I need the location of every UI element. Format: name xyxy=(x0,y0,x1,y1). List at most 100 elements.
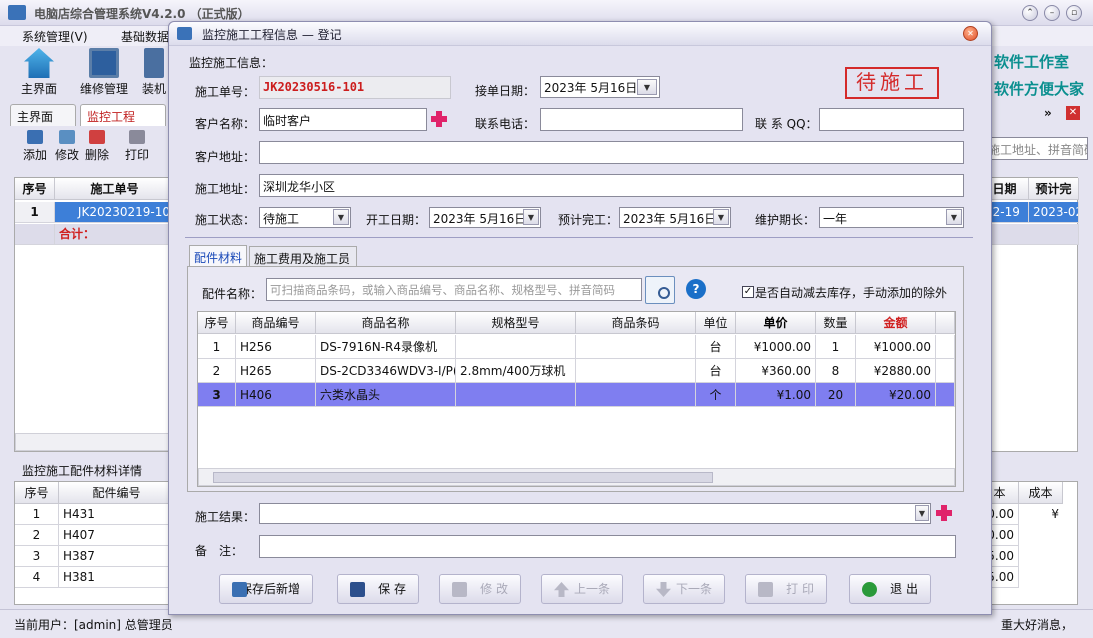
table-cell[interactable]: ¥360.00 xyxy=(736,359,816,383)
col-header[interactable]: 序号 xyxy=(198,312,236,334)
table-cell[interactable]: 台 xyxy=(696,359,736,383)
col-header[interactable]: 金额 xyxy=(856,312,936,334)
state-select[interactable]: 待施工 ▼ xyxy=(259,207,351,228)
double-chevron-icon[interactable]: » xyxy=(1044,106,1052,120)
repair-button[interactable]: 维修管理 xyxy=(76,48,132,97)
tab-monitor[interactable]: 监控工程 xyxy=(80,104,166,126)
chevron-down-icon[interactable]: ▼ xyxy=(523,209,539,225)
table-cell[interactable] xyxy=(576,359,696,383)
exit-button[interactable]: 退 出 xyxy=(849,574,931,604)
table-cell[interactable] xyxy=(456,383,576,407)
table-row-code[interactable]: H407 xyxy=(59,525,175,546)
customer-name-input[interactable]: 临时客户 xyxy=(259,108,427,131)
end-date-picker[interactable]: 2023年 5月16日 ▼ xyxy=(619,207,731,228)
table-cell[interactable]: 1 xyxy=(198,335,236,359)
chevron-down-icon[interactable]: ▼ xyxy=(637,79,657,95)
save-button[interactable]: 保 存 xyxy=(337,574,419,604)
chevron-down-icon[interactable]: ▼ xyxy=(333,209,349,225)
print-button[interactable]: 打 印 xyxy=(745,574,827,604)
horizontal-scrollbar[interactable] xyxy=(198,468,955,486)
assembly-button[interactable]: 装机 xyxy=(140,48,168,97)
close-tab-icon[interactable]: ✕ xyxy=(1066,106,1080,120)
main-search-input[interactable]: 施工地址、拼音简码 xyxy=(984,137,1088,160)
table-cell[interactable]: 20 xyxy=(816,383,856,407)
col-header[interactable]: 施工单号 xyxy=(55,178,175,200)
delete-button[interactable]: 删除 xyxy=(82,130,112,163)
chevron-down-icon[interactable]: ▼ xyxy=(946,209,962,225)
product-lookup-icon[interactable] xyxy=(645,276,675,304)
col-header[interactable]: 规格型号 xyxy=(456,312,576,334)
col-header[interactable]: 商品名称 xyxy=(316,312,456,334)
table-cell[interactable]: ¥1000.00 xyxy=(736,335,816,359)
save-new-button[interactable]: 保存后新增 xyxy=(219,574,313,604)
add-button[interactable]: 添加 xyxy=(20,130,50,163)
tab-parts[interactable]: 配件材料 xyxy=(189,245,247,267)
col-header[interactable]: 配件编号 xyxy=(59,482,175,504)
table-row-code[interactable]: H381 xyxy=(59,567,175,588)
warranty-select[interactable]: 一年 ▼ xyxy=(819,207,964,228)
table-row-no[interactable]: 1 xyxy=(15,504,59,525)
dialog-close-icon[interactable]: ✕ xyxy=(963,26,978,41)
table-cell[interactable] xyxy=(456,335,576,359)
table-cell[interactable]: DS-2CD3346WDV3-I/P( xyxy=(316,359,456,383)
col-header[interactable]: 单价 xyxy=(736,312,816,334)
auto-deduct-checkbox[interactable]: ✓ xyxy=(742,286,754,298)
result-input[interactable]: ▼ xyxy=(259,503,931,524)
customer-address-input[interactable] xyxy=(259,141,964,164)
recv-date-picker[interactable]: 2023年 5月16日 ▼ xyxy=(540,76,660,98)
table-cell[interactable]: 2.8mm/400万球机 xyxy=(456,359,576,383)
table-row-code[interactable]: H387 xyxy=(59,546,175,567)
row-no[interactable]: 1 xyxy=(15,202,55,223)
note-input[interactable] xyxy=(259,535,956,558)
row-due[interactable]: 2023-02 xyxy=(1029,202,1079,223)
table-cell[interactable]: 1 xyxy=(816,335,856,359)
menu-basic-data[interactable]: 基础数据 xyxy=(121,28,169,45)
prev-button[interactable]: 上一条 xyxy=(541,574,623,604)
tab-fees[interactable]: 施工费用及施工员 xyxy=(249,246,357,267)
table-cell[interactable]: 个 xyxy=(696,383,736,407)
table-row-no[interactable]: 3 xyxy=(15,546,59,567)
col-header[interactable]: 成本 xyxy=(1019,482,1063,504)
col-header[interactable]: 商品编号 xyxy=(236,312,316,334)
restore-icon[interactable]: ▫ xyxy=(1066,5,1082,21)
table-cell[interactable]: ¥1.00 xyxy=(736,383,816,407)
parts-search-input[interactable]: 可扫描商品条码，或输入商品编号、商品名称、规格型号、拼音简码 xyxy=(266,278,642,301)
table-cell[interactable] xyxy=(576,335,696,359)
table-cell[interactable]: 台 xyxy=(696,335,736,359)
table-cell[interactable]: H256 xyxy=(236,335,316,359)
col-header[interactable]: 商品条码 xyxy=(576,312,696,334)
col-header[interactable]: 数量 xyxy=(816,312,856,334)
table-cell[interactable]: ¥2880.00 xyxy=(856,359,936,383)
qq-input[interactable] xyxy=(819,108,964,131)
table-row-code[interactable]: H431 xyxy=(59,504,175,525)
table-cell[interactable]: ¥1000.00 xyxy=(856,335,936,359)
start-date-picker[interactable]: 2023年 5月16日 ▼ xyxy=(429,207,541,228)
home-button[interactable]: 主界面 xyxy=(16,48,62,97)
minimize-icon[interactable]: – xyxy=(1044,5,1060,21)
phone-input[interactable] xyxy=(540,108,743,131)
horizontal-scrollbar[interactable] xyxy=(15,433,173,451)
tab-home[interactable]: 主界面 xyxy=(10,104,76,126)
edit-button[interactable]: 修改 xyxy=(52,130,82,163)
add-customer-icon[interactable] xyxy=(431,111,447,127)
table-cell[interactable]: DS-7916N-R4录像机 xyxy=(316,335,456,359)
row-order-id[interactable]: JK20230219-10 xyxy=(55,202,175,223)
edit-button[interactable]: 修 改 xyxy=(439,574,521,604)
add-result-icon[interactable] xyxy=(936,505,952,521)
table-cell[interactable]: 2 xyxy=(198,359,236,383)
col-header[interactable]: 单位 xyxy=(696,312,736,334)
table-cell[interactable]: 六类水晶头 xyxy=(316,383,456,407)
chevron-down-icon[interactable]: ▼ xyxy=(915,505,929,521)
col-header[interactable]: 预计完 xyxy=(1029,178,1079,200)
col-header[interactable]: 序号 xyxy=(15,482,59,504)
next-button[interactable]: 下一条 xyxy=(643,574,725,604)
table-row-no[interactable]: 4 xyxy=(15,567,59,588)
scroll-up-icon[interactable]: ⌃ xyxy=(1022,5,1038,21)
col-header[interactable]: 序号 xyxy=(15,178,55,200)
chevron-down-icon[interactable]: ▼ xyxy=(713,209,729,225)
table-row-no[interactable]: 2 xyxy=(15,525,59,546)
help-icon[interactable]: ? xyxy=(686,279,706,299)
table-cell[interactable]: 8 xyxy=(816,359,856,383)
site-address-input[interactable]: 深圳龙华小区 xyxy=(259,174,964,197)
table-cell[interactable]: H406 xyxy=(236,383,316,407)
